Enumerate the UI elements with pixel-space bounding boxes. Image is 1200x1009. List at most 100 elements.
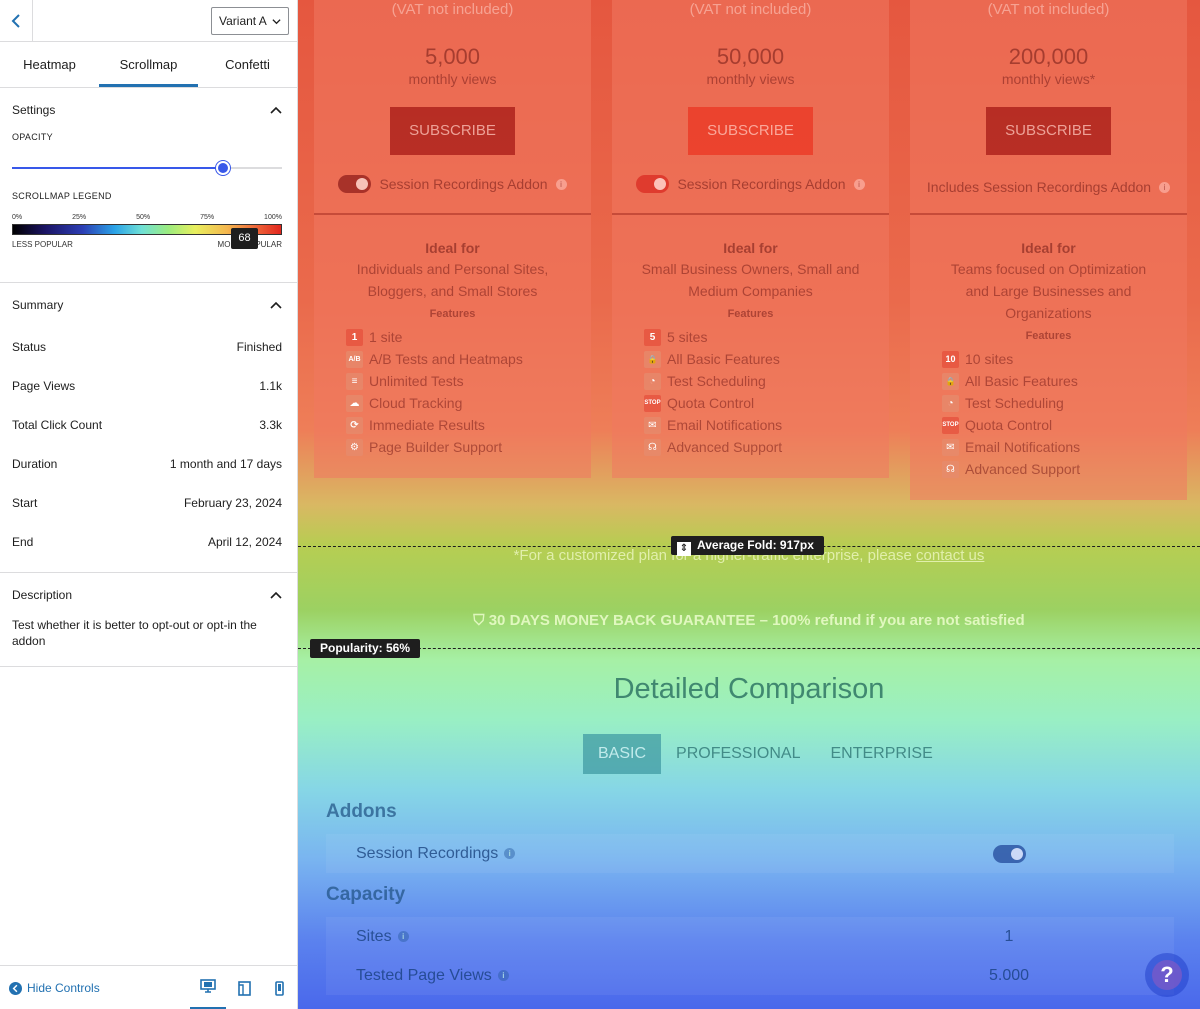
plan-views-label: monthly views — [408, 71, 497, 87]
tab-scrollmap[interactable]: Scrollmap — [99, 42, 198, 87]
session-recordings-toggle[interactable] — [338, 175, 372, 193]
addons-heading: Addons — [326, 801, 397, 822]
summary-key: Status — [12, 339, 47, 354]
subscribe-button[interactable]: SUBSCRIBE — [390, 107, 515, 155]
session-recordings-toggle[interactable] — [992, 844, 1026, 863]
list-icon: ≡ — [346, 372, 363, 390]
lock-icon: 🔒 — [942, 372, 959, 390]
device-desktop-button[interactable] — [190, 966, 226, 1009]
hide-controls-label: Hide Controls — [27, 981, 100, 995]
clock-icon: ◔ — [942, 394, 959, 412]
legend-tick: 75% — [200, 214, 215, 221]
session-recordings-toggle[interactable] — [636, 175, 670, 193]
comparison-row-tested-page-views: Tested Page Views i 5.000 — [326, 956, 1174, 995]
legend-ticks: 0% 25% 50% 75% 100% — [12, 214, 282, 221]
device-mobile-button[interactable] — [261, 966, 297, 1009]
variant-select[interactable]: Variant A — [211, 7, 289, 35]
row-value: 5.000 — [988, 966, 1030, 984]
stop-icon: STOP — [942, 416, 959, 434]
subscribe-button[interactable]: SUBSCRIBE — [688, 107, 813, 155]
gear-icon: ⚙ — [346, 438, 363, 456]
contact-us-link[interactable]: contact us — [916, 547, 984, 564]
summary-key: End — [12, 534, 34, 549]
opacity-slider[interactable] — [12, 156, 282, 180]
desktop-icon — [200, 979, 216, 993]
tab-enterprise[interactable]: ENTERPRISE — [816, 734, 948, 774]
tab-professional[interactable]: PROFESSIONAL — [661, 734, 815, 774]
mail-icon: ✉ — [942, 438, 959, 456]
row-value — [844, 844, 1174, 863]
stop-icon: STOP — [644, 394, 661, 412]
sites-count-icon: 5 — [644, 328, 661, 346]
opacity-value-tooltip: 68 — [231, 228, 258, 249]
fold-arrows-icon: ⇕ — [677, 542, 691, 556]
addon-row: Includes Session Recordings Addon i — [910, 155, 1187, 215]
tab-heatmap[interactable]: Heatmap — [0, 42, 99, 87]
feature-text: Immediate Results — [369, 417, 485, 433]
tab-basic[interactable]: BASIC — [583, 734, 662, 774]
description-title: Description — [12, 588, 73, 602]
feature-text: All Basic Features — [667, 351, 780, 367]
plan-card-professional: (VAT not included) 50,000 monthly views … — [612, 0, 889, 478]
summary-title: Summary — [12, 298, 64, 312]
summary-value: April 12, 2024 — [207, 534, 282, 549]
device-tablet-button[interactable] — [226, 966, 262, 1009]
description-panel-header[interactable]: Description — [12, 573, 282, 617]
feature-text: Test Scheduling — [667, 373, 766, 389]
feature-item: 1 1 site — [346, 326, 591, 348]
settings-title: Settings — [12, 103, 56, 117]
tablet-icon — [237, 980, 251, 996]
vat-note: (VAT not included) — [689, 1, 812, 18]
row-label-text: Tested Page Views — [356, 966, 492, 984]
legend-tick: 0% — [12, 214, 23, 221]
features-heading: Features — [1025, 330, 1072, 342]
lock-icon: 🔒 — [644, 350, 661, 368]
view-tabs: Heatmap Scrollmap Confetti — [0, 42, 297, 88]
capacity-heading: Capacity — [326, 884, 406, 905]
tab-confetti[interactable]: Confetti — [198, 42, 297, 87]
refresh-icon: ⟳ — [346, 416, 363, 434]
ideal-for-heading: Ideal for — [1021, 240, 1076, 256]
plan-views-number: 50,000 — [716, 44, 785, 69]
comparison-title: Detailed Comparison — [613, 673, 885, 705]
subscribe-button[interactable]: SUBSCRIBE — [986, 107, 1111, 155]
legend-less-popular: LESS POPULAR — [12, 240, 73, 249]
row-label: Sites i — [326, 928, 844, 946]
feature-text: Quota Control — [667, 395, 755, 411]
features-heading: Features — [727, 308, 774, 320]
summary-panel: Summary Status Finished Page Views 1.1k … — [0, 283, 297, 573]
feature-item: ⚙ Page Builder Support — [346, 436, 591, 458]
feature-item: STOP Quota Control — [644, 392, 889, 414]
arrow-left-circle-icon — [9, 981, 22, 995]
comparison-row-sites: Sites i 1 — [326, 917, 1174, 956]
feature-text: Email Notifications — [667, 417, 783, 433]
summary-value: 1.1k — [259, 378, 282, 393]
back-button[interactable] — [0, 0, 33, 42]
summary-value: 1 month and 17 days — [169, 456, 282, 471]
headset-icon: ☊ — [644, 438, 661, 456]
feature-item: ◔ Test Scheduling — [644, 370, 889, 392]
feature-item: ⟳ Immediate Results — [346, 414, 591, 436]
ideal-for-description: Individuals and Personal Sites, Bloggers… — [356, 261, 549, 299]
feature-item: 5 5 sites — [644, 326, 889, 348]
summary-value: February 23, 2024 — [183, 495, 282, 510]
cloud-icon: ☁ — [346, 394, 363, 412]
summary-key: Total Click Count — [12, 417, 103, 432]
row-value: 1 — [1004, 927, 1014, 945]
variant-select-value: Variant A — [219, 14, 267, 28]
guarantee-text: 30 DAYS MONEY BACK GUARANTEE – 100% refu… — [488, 612, 1025, 629]
chevron-down-icon — [272, 19, 281, 25]
slider-thumb[interactable] — [216, 161, 230, 175]
summary-panel-header[interactable]: Summary — [12, 283, 282, 327]
hide-controls-button[interactable]: Hide Controls — [9, 981, 100, 995]
row-label-text: Session Recordings — [356, 844, 499, 862]
summary-row-status: Status Finished — [12, 327, 282, 366]
average-fold-badge[interactable]: ⇕ Average Fold: 917px — [671, 536, 824, 556]
row-label: Session Recordings i — [326, 845, 844, 863]
settings-panel-header[interactable]: Settings — [12, 88, 282, 132]
chevron-up-icon — [270, 591, 282, 599]
feature-text: A/B Tests and Heatmaps — [369, 351, 523, 367]
money-back-guarantee: ⛉ 30 DAYS MONEY BACK GUARANTEE – 100% re… — [298, 612, 1200, 629]
ideal-for-description: Teams focused on Optimization and Large … — [950, 261, 1147, 321]
help-button[interactable]: ? — [1145, 953, 1189, 997]
